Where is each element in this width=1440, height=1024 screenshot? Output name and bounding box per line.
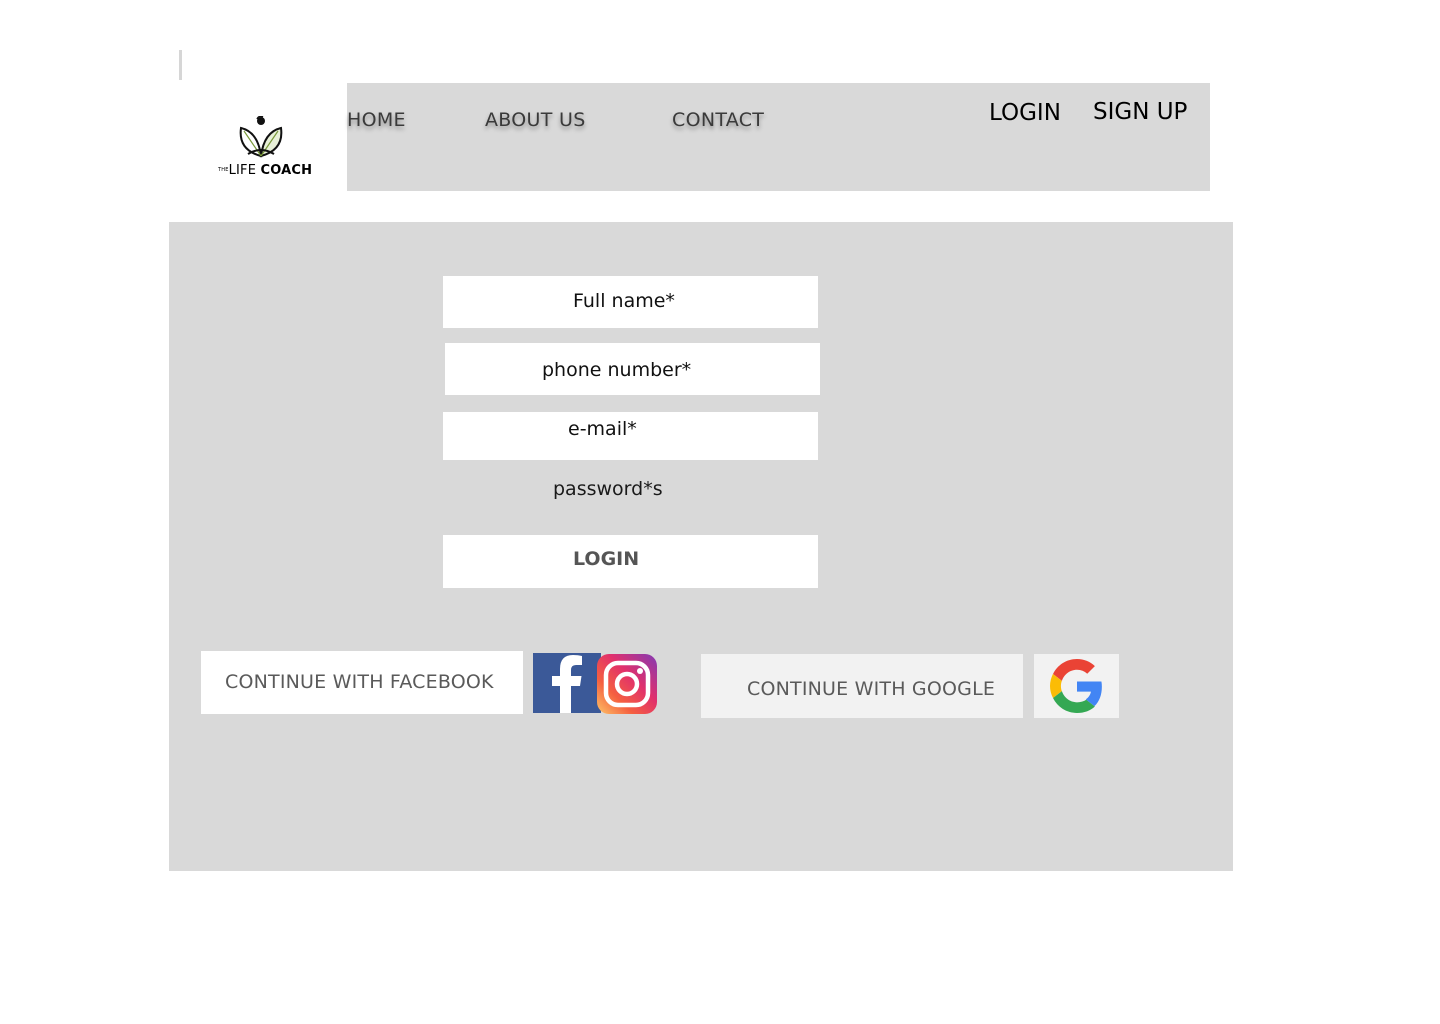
nav-contact-link[interactable]: CONTACT — [672, 109, 764, 131]
full-name-placeholder: Full name* — [573, 290, 675, 312]
instagram-icon[interactable] — [597, 654, 657, 714]
facebook-button-label: CONTINUE WITH FACEBOOK — [225, 671, 494, 693]
google-button-label: CONTINUE WITH GOOGLE — [747, 678, 996, 700]
nav-home-link[interactable]: HOME — [347, 109, 406, 131]
login-button-label: LOGIN — [573, 548, 640, 570]
facebook-icon[interactable] — [533, 653, 601, 713]
google-g-glyph — [1050, 659, 1102, 713]
password-field[interactable]: password*s — [553, 478, 663, 500]
text-cursor — [179, 50, 182, 80]
continue-with-facebook-button[interactable]: CONTINUE WITH FACEBOOK — [201, 651, 523, 714]
phone-number-placeholder: phone number* — [542, 359, 692, 381]
instagram-glyph — [597, 654, 657, 714]
site-logo[interactable]: THELIFE COACH — [214, 116, 313, 182]
email-placeholder: e-mail* — [568, 418, 637, 440]
continue-with-google-button[interactable]: CONTINUE WITH GOOGLE — [701, 654, 1023, 718]
email-field[interactable]: e-mail* — [443, 412, 818, 460]
login-button[interactable]: LOGIN — [443, 535, 818, 588]
nav-login-link[interactable]: LOGIN — [989, 100, 1061, 126]
nav-signup-link[interactable]: SIGN UP — [1093, 99, 1187, 125]
leaf-logo-icon — [239, 116, 283, 158]
full-name-field[interactable]: Full name* — [443, 276, 818, 328]
facebook-f-glyph — [552, 655, 582, 713]
top-navbar: HOME ABOUT US CONTACT LOGIN SIGN UP — [347, 83, 1210, 191]
google-icon[interactable] — [1034, 654, 1119, 718]
phone-number-field[interactable]: phone number* — [445, 343, 820, 395]
logo-wordmark: THELIFE COACH — [218, 163, 313, 178]
nav-about-link[interactable]: ABOUT US — [485, 109, 586, 131]
